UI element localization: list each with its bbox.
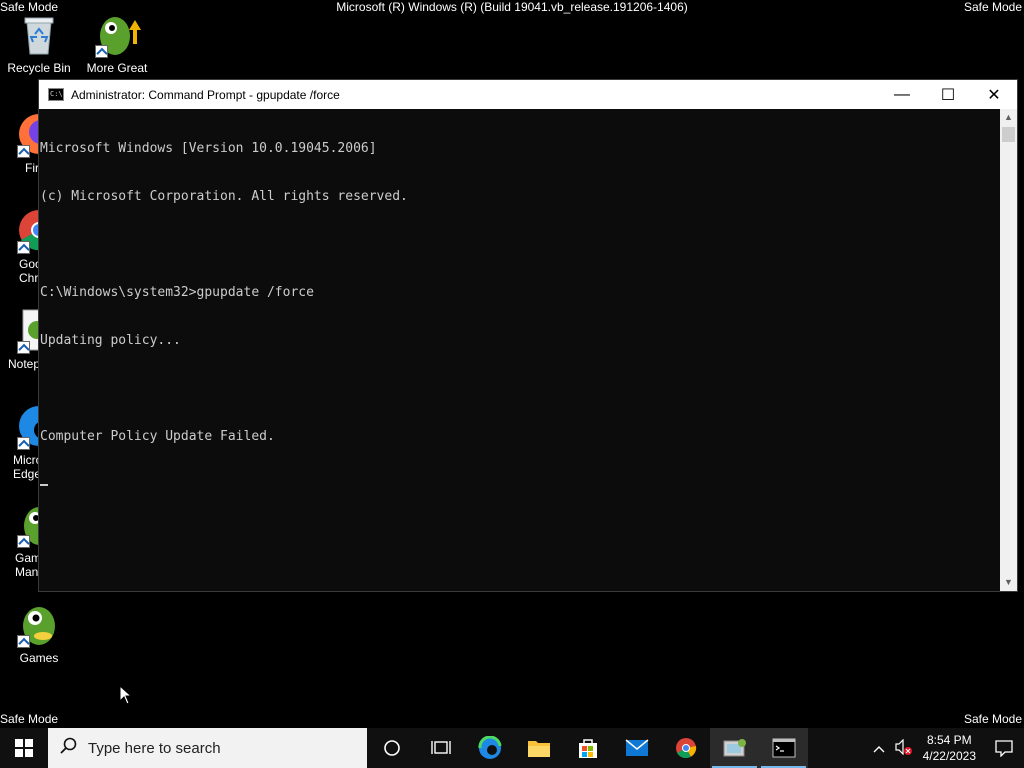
clock-date: 4/22/2023 xyxy=(922,749,976,763)
store-icon xyxy=(578,739,597,758)
desktop-icon-recycle-bin[interactable]: Recycle Bin xyxy=(1,10,77,75)
task-view-icon xyxy=(430,741,451,754)
safe-mode-watermark-bottom-left: Safe Mode xyxy=(0,712,59,726)
window-title: Administrator: Command Prompt - gpupdate… xyxy=(71,87,340,102)
safe-mode-watermark-top-right: Safe Mode xyxy=(963,0,1022,14)
shortcut-arrow-icon xyxy=(17,241,30,254)
taskbar-system-tool[interactable] xyxy=(710,728,759,768)
cortana-icon xyxy=(383,740,400,756)
shortcut-arrow-icon xyxy=(17,145,30,158)
maximize-button[interactable]: ☐ xyxy=(925,80,971,109)
console-line: Updating policy... xyxy=(40,333,181,348)
clock-time: 8:54 PM xyxy=(926,733,972,747)
start-button[interactable] xyxy=(0,728,48,768)
desktop-icon-label: Games xyxy=(19,651,59,665)
recycle-bin-icon xyxy=(15,10,63,58)
console-output[interactable]: Microsoft Windows [Version 10.0.19045.20… xyxy=(39,109,1000,591)
taskbar: Type here to search 8:54 PM 4/22/2023 xyxy=(0,728,1024,768)
taskbar-clock[interactable]: 8:54 PM 4/22/2023 xyxy=(915,732,984,764)
desktop-icon-firefox[interactable]: Firefox xyxy=(1,110,41,175)
shortcut-arrow-icon xyxy=(17,635,30,648)
desktop-icon-label: More Great Games xyxy=(86,61,148,75)
desktop-icon-google-chrome[interactable]: Google Chrome xyxy=(1,206,41,285)
shortcut-arrow-icon xyxy=(17,535,30,548)
system-tray: 8:54 PM 4/22/2023 xyxy=(867,728,1024,768)
window-titlebar[interactable]: C:\ Administrator: Command Prompt - gpup… xyxy=(39,80,1017,109)
desktop-icon-label: Notepad xyxy=(8,357,41,371)
scroll-up-icon[interactable]: ▲ xyxy=(1000,109,1017,126)
chrome-icon xyxy=(675,738,696,759)
desktop-icon-games[interactable]: Games xyxy=(1,600,77,665)
windows-logo-icon xyxy=(15,739,33,757)
edge-icon xyxy=(477,736,501,759)
shortcut-arrow-icon xyxy=(17,437,30,450)
cortana-button[interactable] xyxy=(367,728,416,768)
console-line: (c) Microsoft Corporation. All rights re… xyxy=(40,189,408,204)
close-button[interactable]: ✕ xyxy=(971,80,1017,109)
desktop: Safe Mode Microsoft (R) Windows (R) (Bui… xyxy=(0,0,1024,768)
command-prompt-icon xyxy=(772,738,795,758)
console-cursor-line xyxy=(40,477,1000,493)
command-prompt-icon: C:\ xyxy=(48,88,64,101)
taskbar-edge[interactable] xyxy=(465,728,514,768)
taskbar-store[interactable] xyxy=(563,728,612,768)
console-line: Computer Policy Update Failed. xyxy=(40,429,275,444)
taskbar-command-prompt[interactable] xyxy=(759,728,808,768)
search-icon xyxy=(60,737,78,760)
console-line: C:\Windows\system32>gpupdate /force xyxy=(40,285,314,300)
task-view-button[interactable] xyxy=(416,728,465,768)
scroll-down-icon[interactable]: ▼ xyxy=(1000,574,1017,591)
console-line: Microsoft Windows [Version 10.0.19045.20… xyxy=(40,141,377,156)
games-icon xyxy=(15,600,63,648)
desktop-icon-microsoft-edge[interactable]: Microsoft Edge xyxy=(1,402,41,481)
scrollbar-thumb[interactable] xyxy=(1002,127,1015,142)
shortcut-arrow-icon xyxy=(95,45,108,58)
shortcut-arrow-icon xyxy=(17,341,30,354)
volume-muted-icon[interactable] xyxy=(891,738,915,758)
system-tool-icon xyxy=(723,739,746,757)
desktop-icon-game-manager[interactable]: Game Manager xyxy=(1,500,41,579)
search-placeholder: Type here to search xyxy=(88,739,221,757)
more-games-icon xyxy=(93,10,141,58)
mail-icon xyxy=(625,739,648,756)
safe-mode-watermark-bottom-right: Safe Mode xyxy=(963,712,1022,726)
minimize-button[interactable]: — xyxy=(879,80,925,109)
desktop-icon-label: Microsoft Edge xyxy=(13,453,41,481)
mouse-pointer-icon xyxy=(119,685,133,705)
action-center-button[interactable] xyxy=(984,739,1024,757)
desktop-icon-more-great-games[interactable]: More Great Games xyxy=(79,10,155,75)
taskbar-chrome[interactable] xyxy=(661,728,710,768)
notification-icon xyxy=(995,740,1013,757)
command-prompt-window[interactable]: C:\ Administrator: Command Prompt - gpup… xyxy=(38,79,1018,592)
taskbar-mail[interactable] xyxy=(612,728,661,768)
text-cursor xyxy=(40,483,48,486)
vertical-scrollbar[interactable]: ▲ ▼ xyxy=(1000,109,1017,591)
taskbar-file-explorer[interactable] xyxy=(514,728,563,768)
taskbar-search-box[interactable]: Type here to search xyxy=(48,728,367,768)
file-explorer-icon xyxy=(527,741,550,757)
desktop-icon-notepad[interactable]: Notepad xyxy=(1,306,41,371)
show-hidden-icons-chevron-up-icon[interactable] xyxy=(867,740,891,756)
desktop-icon-label: Recycle Bin xyxy=(7,61,71,75)
